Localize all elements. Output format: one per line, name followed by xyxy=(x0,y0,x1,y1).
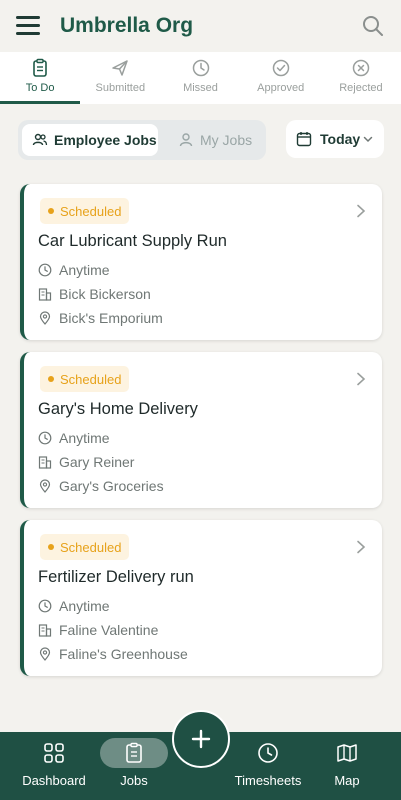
check-circle-icon xyxy=(272,59,289,77)
status-badge: Scheduled xyxy=(40,534,130,560)
tab-rejected[interactable]: Rejected xyxy=(321,52,401,104)
my-jobs-button[interactable]: My Jobs xyxy=(172,124,266,156)
plus-icon xyxy=(191,729,211,749)
map-pin-icon xyxy=(39,647,51,661)
job-customer-label: Bick Bickerson xyxy=(59,286,151,302)
job-location-label: Faline's Greenhouse xyxy=(59,646,188,662)
tab-label: Rejected xyxy=(339,82,383,94)
date-label: Today xyxy=(320,131,361,147)
job-title: Gary's Home Delivery xyxy=(38,400,198,418)
x-circle-icon xyxy=(352,59,370,77)
hamburger-menu-icon[interactable] xyxy=(16,16,40,36)
clipboard-icon xyxy=(126,742,142,763)
tab-label: Submitted xyxy=(95,82,146,94)
job-time-label: Anytime xyxy=(59,598,110,614)
map-pin-icon xyxy=(39,311,51,325)
tab-missed[interactable]: Missed xyxy=(160,52,240,104)
job-location-label: Gary's Groceries xyxy=(59,478,164,494)
job-card[interactable]: Scheduled Car Lubricant Supply Run Anyti… xyxy=(20,184,382,340)
search-icon[interactable] xyxy=(361,14,385,38)
job-customer-label: Gary Reiner xyxy=(59,454,135,470)
job-customer: Faline Valentine xyxy=(38,622,158,638)
nav-label: Timesheets xyxy=(234,773,302,788)
job-customer: Bick Bickerson xyxy=(38,286,151,302)
calendar-icon xyxy=(296,132,312,147)
app-header: Umbrella Org xyxy=(0,0,401,52)
job-time-label: Anytime xyxy=(59,430,110,446)
status-badge: Scheduled xyxy=(40,198,130,224)
date-dropdown[interactable]: Today xyxy=(286,120,384,158)
user-icon xyxy=(179,133,193,147)
building-icon xyxy=(38,288,52,301)
chevron-right-icon xyxy=(357,204,366,218)
paper-plane-icon xyxy=(112,60,129,76)
grid-icon xyxy=(44,743,64,763)
tab-label: Approved xyxy=(257,82,305,94)
status-badge: Scheduled xyxy=(40,366,130,392)
nav-jobs[interactable]: Jobs xyxy=(100,732,168,800)
job-location: Gary's Groceries xyxy=(38,478,164,494)
tab-to-do[interactable]: To Do xyxy=(0,52,81,104)
tab-label: To Do xyxy=(25,82,55,94)
map-icon xyxy=(337,744,357,762)
job-time: Anytime xyxy=(38,598,110,614)
status-label: Scheduled xyxy=(60,539,122,555)
nav-dashboard[interactable]: Dashboard xyxy=(22,732,86,800)
job-location: Faline's Greenhouse xyxy=(38,646,188,662)
clock-icon xyxy=(258,743,278,763)
clock-icon xyxy=(38,263,52,277)
tab-approved[interactable]: Approved xyxy=(241,52,321,104)
job-scope-toggle: Employee Jobs My Jobs xyxy=(18,120,266,160)
clipboard-icon xyxy=(33,58,47,77)
chevron-down-icon xyxy=(363,136,373,143)
org-name: Umbrella Org xyxy=(60,14,194,37)
job-card[interactable]: Scheduled Gary's Home Delivery Anytime G… xyxy=(20,352,382,508)
status-label: Scheduled xyxy=(60,371,122,387)
building-icon xyxy=(38,624,52,637)
clock-icon xyxy=(38,431,52,445)
status-label: Scheduled xyxy=(60,203,122,219)
job-time: Anytime xyxy=(38,430,110,446)
job-time: Anytime xyxy=(38,262,110,278)
job-title: Car Lubricant Supply Run xyxy=(38,232,227,250)
status-tabs: To Do Submitted Missed Approved Rejected xyxy=(0,52,401,104)
my-jobs-label: My Jobs xyxy=(200,132,253,148)
nav-timesheets[interactable]: Timesheets xyxy=(234,732,302,800)
job-location-label: Bick's Emporium xyxy=(59,310,163,326)
tab-label: Missed xyxy=(183,82,218,94)
clock-icon xyxy=(38,599,52,613)
job-location: Bick's Emporium xyxy=(38,310,163,326)
add-job-button[interactable] xyxy=(172,710,230,768)
nav-label: Map xyxy=(334,773,360,788)
employee-jobs-button[interactable]: Employee Jobs xyxy=(22,124,158,156)
map-pin-icon xyxy=(39,479,51,493)
chevron-right-icon xyxy=(357,372,366,386)
filter-row: Employee Jobs My Jobs Today xyxy=(0,104,401,172)
job-customer: Gary Reiner xyxy=(38,454,134,470)
nav-label: Dashboard xyxy=(22,773,86,788)
building-icon xyxy=(38,456,52,469)
nav-label: Jobs xyxy=(120,773,148,788)
chevron-right-icon xyxy=(357,540,366,554)
job-card[interactable]: Scheduled Fertilizer Delivery run Anytim… xyxy=(20,520,382,676)
tab-submitted[interactable]: Submitted xyxy=(80,52,160,104)
users-icon xyxy=(32,133,48,146)
employee-jobs-label: Employee Jobs xyxy=(54,132,157,148)
history-clock-icon xyxy=(192,59,209,77)
job-customer-label: Faline Valentine xyxy=(59,622,159,638)
nav-map[interactable]: Map xyxy=(326,732,368,800)
job-title: Fertilizer Delivery run xyxy=(38,568,194,586)
job-time-label: Anytime xyxy=(59,262,110,278)
